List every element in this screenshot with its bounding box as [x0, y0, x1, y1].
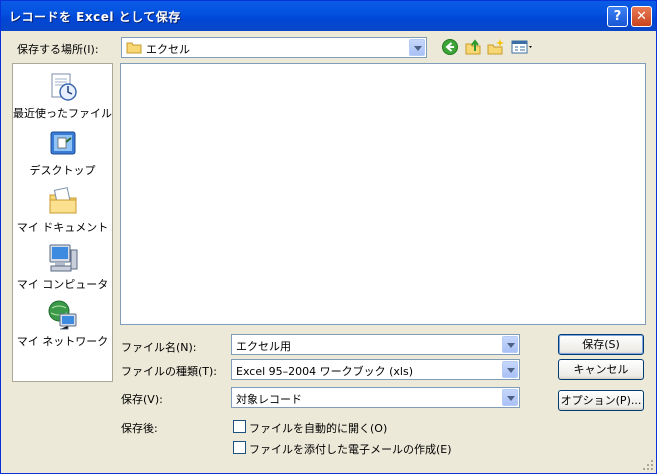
attach-email-label[interactable]: ファイルを添付した電子メールの作成(E)	[249, 441, 452, 457]
place-label: 最近使ったファイル	[13, 107, 112, 120]
options-button[interactable]: オプション(P)...	[558, 390, 644, 411]
save-button[interactable]: 保存(S)	[558, 334, 644, 355]
open-auto-checkbox[interactable]	[233, 420, 246, 433]
title-bar[interactable]: レコードを Excel として保存 ? ✕	[1, 1, 656, 31]
help-button[interactable]: ?	[607, 6, 628, 27]
view-menu-icon[interactable]	[511, 38, 535, 56]
save-scope-value: 対象レコード	[236, 393, 302, 406]
chevron-down-icon[interactable]	[502, 336, 518, 353]
new-folder-icon[interactable]	[487, 38, 505, 56]
up-folder-icon[interactable]	[464, 38, 482, 56]
desktop-icon	[50, 131, 76, 155]
place-label: マイ ネットワーク	[16, 335, 109, 348]
save-scope-label: 保存(V):	[121, 393, 163, 406]
save-as-excel-dialog: レコードを Excel として保存 ? ✕ 保存する場所(I): エクセル 最近…	[0, 0, 657, 474]
place-label: デスクトップ	[29, 164, 96, 177]
save-in-value: エクセル	[146, 43, 190, 56]
chevron-down-icon[interactable]	[409, 39, 425, 56]
my-computer-icon	[49, 244, 78, 272]
file-name-label: ファイル名(N):	[121, 341, 197, 354]
cancel-button[interactable]: キャンセル	[558, 359, 644, 380]
file-type-label: ファイルの種類(T):	[121, 365, 218, 378]
back-icon[interactable]	[441, 38, 459, 56]
resize-grip-icon[interactable]	[642, 459, 654, 471]
recent-documents-icon	[51, 73, 77, 101]
file-type-dropdown[interactable]: Excel 95–2004 ワークブック (xls)	[231, 359, 520, 380]
open-auto-label[interactable]: ファイルを自動的に開く(O)	[249, 420, 387, 436]
close-button[interactable]: ✕	[631, 6, 652, 27]
attach-email-checkbox[interactable]	[233, 441, 246, 454]
my-documents-icon	[49, 187, 77, 214]
place-label: マイ ドキュメント	[16, 221, 109, 234]
save-in-dropdown[interactable]: エクセル	[121, 37, 427, 58]
place-label: マイ コンピュータ	[16, 278, 109, 291]
file-list[interactable]	[120, 63, 646, 325]
after-save-label: 保存後:	[121, 422, 158, 435]
folder-icon	[126, 42, 142, 54]
file-name-input[interactable]: エクセル用	[231, 334, 520, 355]
my-network-icon	[48, 300, 77, 330]
chevron-down-icon[interactable]	[502, 389, 518, 406]
file-type-value: Excel 95–2004 ワークブック (xls)	[236, 365, 413, 378]
places-bar: 最近使ったファイル デスクトップ マイ ドキュメント マイ コンピュータ マイ …	[12, 63, 113, 382]
window-title: レコードを Excel として保存	[9, 10, 181, 24]
save-scope-dropdown[interactable]: 対象レコード	[231, 387, 520, 408]
file-name-value[interactable]: エクセル用	[236, 338, 291, 354]
save-in-label: 保存する場所(I):	[17, 43, 99, 56]
chevron-down-icon[interactable]	[502, 361, 518, 378]
